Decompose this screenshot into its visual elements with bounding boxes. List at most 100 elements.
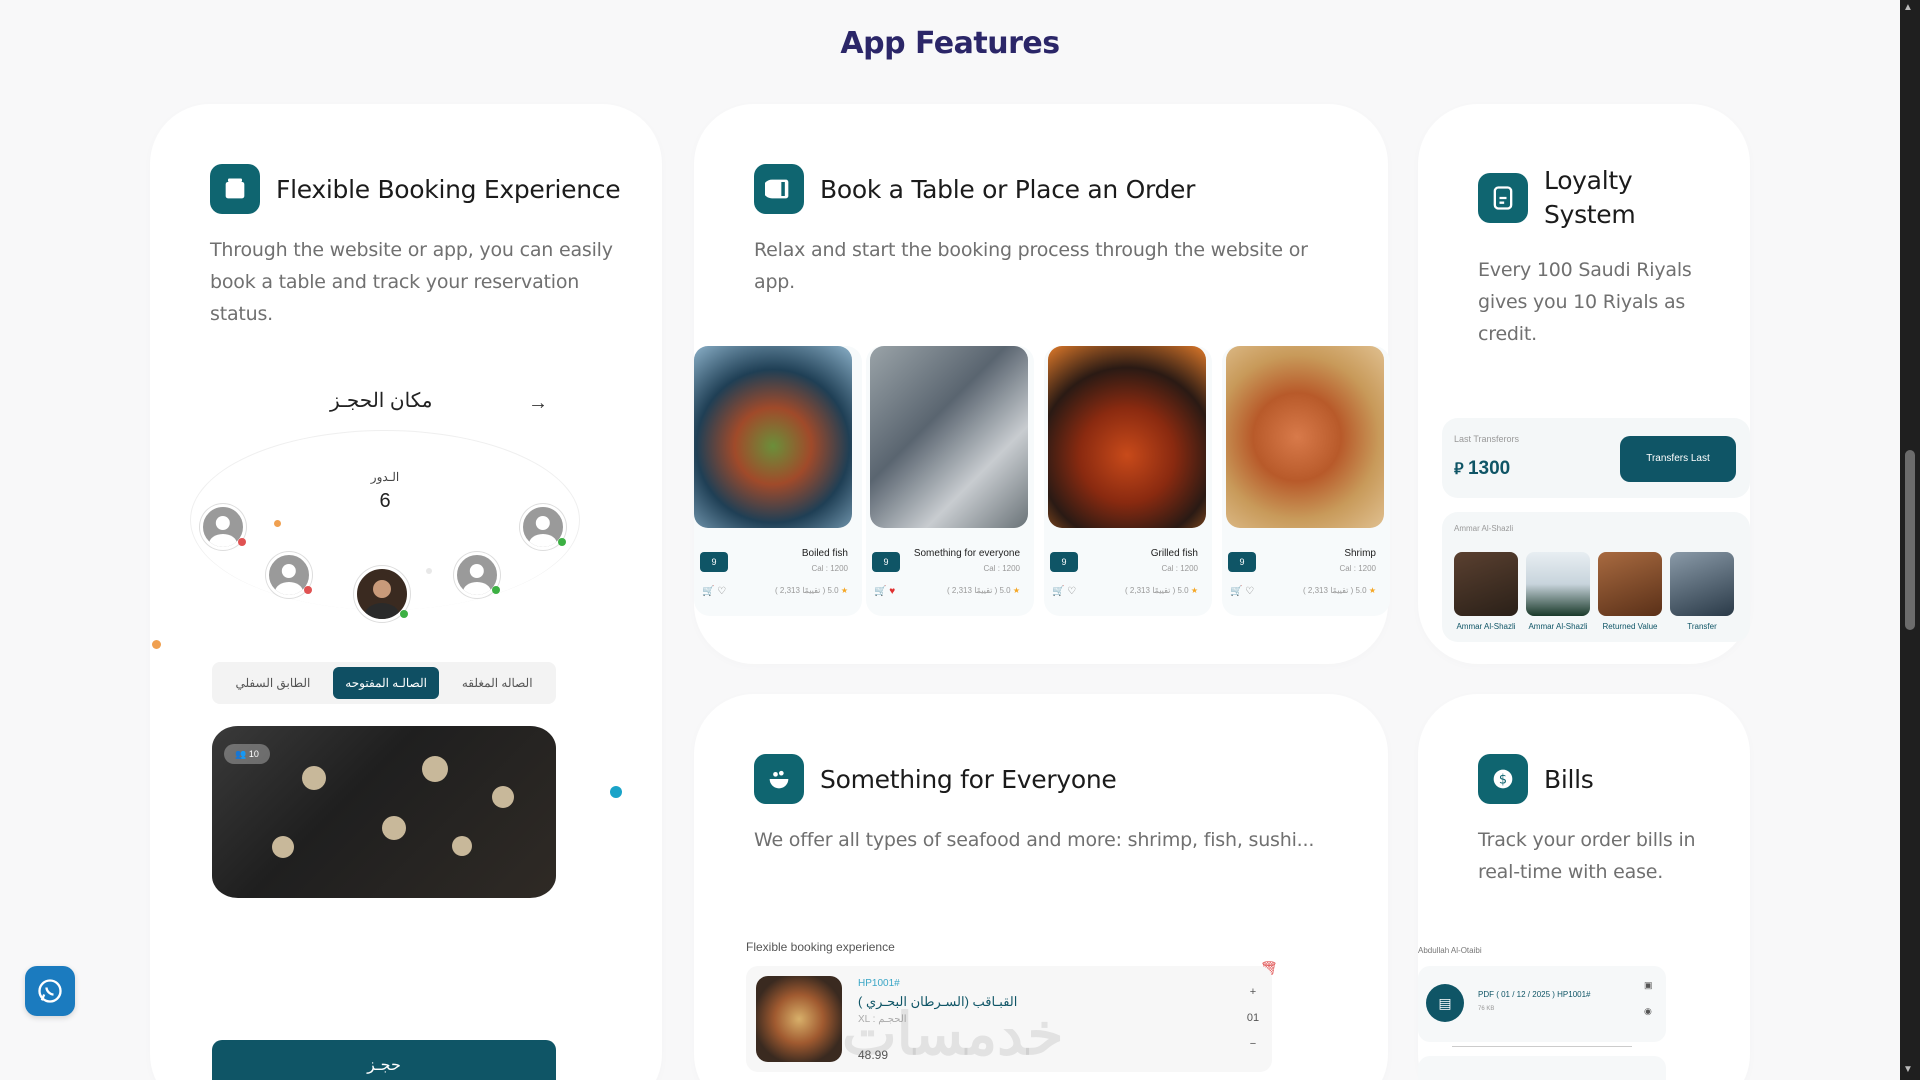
quantity-value: 01 bbox=[1246, 1012, 1260, 1024]
person-item[interactable]: Ammar Al-Shazli bbox=[1454, 552, 1518, 631]
segment-lower-floor[interactable]: الطابق السفلي bbox=[223, 667, 322, 699]
cart-heart-icons[interactable]: 🛒 ♡ bbox=[1052, 586, 1076, 597]
person-item[interactable]: Ammar Al-Shazli bbox=[1526, 552, 1590, 631]
cart-heart-icons[interactable]: 🛒 ♡ bbox=[1230, 586, 1254, 597]
everyone-card-title: Something for Everyone bbox=[820, 764, 1117, 794]
everyone-card-desc: We offer all types of seafood and more: … bbox=[754, 829, 1315, 851]
food-item-card[interactable]: 9 Shrimp Cal : 1200 🛒 ♡ ( 2,313 تقييمًا … bbox=[1222, 346, 1390, 616]
order-id: HP1001# bbox=[858, 978, 900, 989]
price-badge: 9 bbox=[1050, 552, 1078, 572]
order-section-label: Flexible booking experience bbox=[746, 940, 895, 954]
bills-card-header: $ Bills bbox=[1478, 754, 1594, 804]
hall-segmented-control: الطابق السفلي الصالـه المفتوحه الصاله ال… bbox=[212, 662, 556, 704]
food-item-card[interactable]: 9 Boiled fish Cal : 1200 🛒 ♡ ( 2,313 تقي… bbox=[694, 346, 862, 616]
food-name: Something for everyone bbox=[913, 548, 1020, 559]
price-badge: 9 bbox=[872, 552, 900, 572]
loyalty-card-desc: Every 100 Saudi Riyals gives you 10 Riya… bbox=[1478, 259, 1692, 345]
download-icon[interactable]: ▣ bbox=[1644, 980, 1653, 991]
book-button[interactable]: حجـز bbox=[212, 1040, 556, 1080]
transfers-label: Last Transferors bbox=[1454, 434, 1520, 444]
person-item[interactable]: Returned Value bbox=[1598, 552, 1662, 631]
segment-open-hall[interactable]: الصالـه المفتوحه bbox=[333, 667, 439, 699]
watermark: خدمسات bbox=[842, 1002, 1064, 1067]
order-item-image bbox=[756, 976, 842, 1062]
status-dot-online bbox=[558, 538, 566, 546]
person-photo bbox=[1454, 552, 1518, 616]
person-photo bbox=[1598, 552, 1662, 616]
decorative-dot bbox=[152, 640, 161, 649]
person-name: Ammar Al-Shazli bbox=[1456, 622, 1516, 631]
person-name: Transfer bbox=[1687, 622, 1717, 631]
booking-card-desc: Through the website or app, you can easi… bbox=[210, 239, 613, 325]
booking-card-title: Flexible Booking Experience bbox=[276, 174, 621, 204]
food-rating: ( 2,313 تقييمًا ) 5.0 ★ bbox=[947, 586, 1020, 595]
order-icon bbox=[754, 164, 804, 214]
food-name: Boiled fish bbox=[801, 548, 848, 559]
scroll-up-icon[interactable]: ▲ bbox=[1903, 2, 1913, 13]
food-bowl-icon bbox=[754, 754, 804, 804]
decorative-dot bbox=[426, 568, 432, 574]
price-badge: 9 bbox=[700, 552, 728, 572]
food-calories: Cal : 1200 bbox=[811, 564, 848, 573]
cart-heart-icons[interactable]: 🛒 ♥ bbox=[874, 586, 895, 597]
scroll-down-icon[interactable]: ▼ bbox=[1903, 1064, 1913, 1075]
scrollbar[interactable]: ▲ ▼ bbox=[1900, 0, 1920, 1080]
hall-image: 👥 10 bbox=[212, 726, 556, 898]
decorative-dot bbox=[274, 520, 281, 527]
food-name: Grilled fish bbox=[1150, 548, 1198, 559]
transfer-amount: ⃁ 1300 bbox=[1454, 458, 1511, 479]
people-label: Ammar Al-Shazli bbox=[1454, 524, 1514, 533]
status-dot-busy bbox=[238, 538, 246, 546]
price-badge: 9 bbox=[1228, 552, 1256, 572]
person-photo bbox=[1526, 552, 1590, 616]
food-rating: ( 2,313 تقييمًا ) 5.0 ★ bbox=[1125, 586, 1198, 595]
food-image bbox=[694, 346, 852, 528]
dollar-icon: $ bbox=[1478, 754, 1528, 804]
svg-text:$: $ bbox=[1499, 773, 1507, 788]
person-name: Ammar Al-Shazli bbox=[1528, 622, 1588, 631]
food-rating: ( 2,313 تقييمًا ) 5.0 ★ bbox=[1303, 586, 1376, 595]
transfers-last-button[interactable]: Transfers Last bbox=[1620, 436, 1736, 482]
bills-card-title: Bills bbox=[1544, 764, 1594, 794]
calendar-icon bbox=[210, 164, 260, 214]
food-item-card[interactable]: 9 Something for everyone Cal : 1200 🛒 ♥ … bbox=[866, 346, 1034, 616]
food-item-card[interactable]: 9 Grilled fish Cal : 1200 🛒 ♡ ( 2,313 تق… bbox=[1044, 346, 1212, 616]
floor-label: الـدور bbox=[370, 470, 400, 484]
status-dot-busy bbox=[304, 586, 312, 594]
person-name: Returned Value bbox=[1602, 622, 1658, 631]
order-card-header: Book a Table or Place an Order bbox=[754, 164, 1195, 214]
food-calories: Cal : 1200 bbox=[983, 564, 1020, 573]
riyal-icon: ⃁ bbox=[1454, 461, 1468, 478]
bills-user: Abdullah Al-Otaibi bbox=[1418, 946, 1482, 955]
floor-value: 6 bbox=[379, 490, 391, 512]
bills-card-desc: Track your order bills in real-time with… bbox=[1478, 829, 1696, 883]
document-icon bbox=[1478, 173, 1528, 223]
bill-row[interactable]: ▤ PDF ( 01 / 12 / 2025 ) HP1001# 76 KB ▣… bbox=[1418, 966, 1666, 1042]
person-item[interactable]: Transfer bbox=[1670, 552, 1734, 631]
scroll-thumb[interactable] bbox=[1905, 450, 1915, 630]
people-box: Ammar Al-Shazli Ammar Al-Shazli Ammar Al… bbox=[1442, 512, 1750, 642]
whatsapp-button[interactable] bbox=[25, 966, 75, 1016]
bill-row[interactable] bbox=[1418, 1056, 1666, 1080]
minus-icon[interactable]: − bbox=[1244, 1038, 1262, 1050]
everyone-card-header: Something for Everyone bbox=[754, 754, 1117, 804]
food-name: Shrimp bbox=[1344, 548, 1376, 559]
plus-icon[interactable]: + bbox=[1244, 986, 1262, 998]
food-rating: ( 2,313 تقييمًا ) 5.0 ★ bbox=[775, 586, 848, 595]
loyalty-card-header: Loyalty System bbox=[1478, 164, 1718, 232]
whatsapp-icon bbox=[38, 979, 62, 1003]
eye-icon[interactable]: ◉ bbox=[1644, 1006, 1652, 1017]
order-card-desc: Relax and start the booking process thro… bbox=[754, 239, 1308, 293]
segment-closed-hall[interactable]: الصاله المغلقه bbox=[450, 667, 545, 699]
food-image bbox=[1048, 346, 1206, 528]
arrow-right-icon[interactable]: → bbox=[528, 392, 548, 415]
loyalty-card-title: Loyalty System bbox=[1544, 166, 1636, 229]
cart-heart-icons[interactable]: 🛒 ♡ bbox=[702, 586, 726, 597]
divider bbox=[1452, 1046, 1632, 1047]
status-dot-online bbox=[492, 586, 500, 594]
food-calories: Cal : 1200 bbox=[1339, 564, 1376, 573]
booking-card-header: Flexible Booking Experience bbox=[210, 164, 621, 214]
food-calories: Cal : 1200 bbox=[1161, 564, 1198, 573]
capacity-badge: 👥 10 bbox=[224, 744, 270, 764]
food-image bbox=[870, 346, 1028, 528]
